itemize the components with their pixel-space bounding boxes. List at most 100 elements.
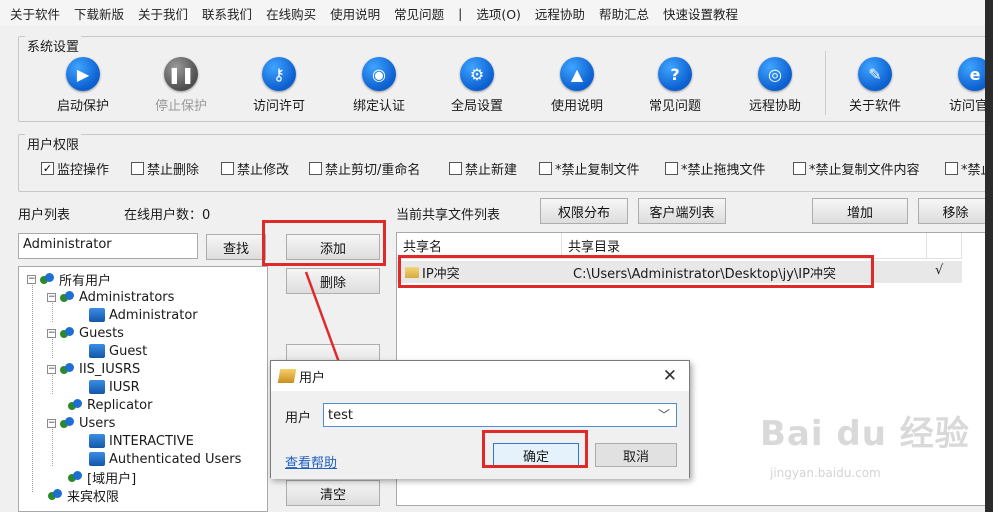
- checkbox-unchecked[interactable]: [539, 162, 552, 175]
- permission-checkbox[interactable]: ✓ 监控操作: [41, 159, 109, 178]
- system-button[interactable]: ? 常见问题: [625, 55, 725, 119]
- system-button[interactable]: e访问官网: [925, 55, 993, 119]
- system-button[interactable]: ▶ 启动保护: [33, 55, 133, 119]
- menu-item[interactable]: 联系我们: [202, 4, 252, 23]
- close-icon[interactable]: ✕: [663, 366, 677, 386]
- tree-node-label: INTERACTIVE: [109, 433, 194, 449]
- user-group-icon: [47, 488, 63, 502]
- permission-checkbox[interactable]: 禁止删除: [131, 159, 199, 178]
- tree-group-node[interactable]: − 所有用户: [27, 270, 111, 289]
- search-button[interactable]: 查找: [206, 234, 266, 260]
- globe-icon: ◎: [758, 57, 792, 91]
- collapse-toggle-icon[interactable]: −: [47, 418, 56, 428]
- menu-item[interactable]: 选项(O): [476, 4, 521, 23]
- menu-item[interactable]: 常见问题: [394, 4, 444, 23]
- column-extra[interactable]: [927, 233, 962, 259]
- tree-group-node[interactable]: − Users: [47, 414, 115, 432]
- cancel-button[interactable]: 取消: [595, 443, 677, 467]
- checkbox-unchecked[interactable]: [665, 162, 678, 175]
- user-tree[interactable]: − 所有用户 − Administrators Administrator − Guests…: [18, 266, 268, 512]
- window-edge: [985, 0, 993, 512]
- permission-checkbox[interactable]: 禁止修改: [221, 159, 289, 178]
- tree-group-node[interactable]: [域用户]: [67, 468, 137, 487]
- checkbox-unchecked[interactable]: [793, 162, 806, 175]
- tree-user-node[interactable]: Guest: [89, 342, 147, 360]
- permission-checkbox[interactable]: *禁止拖拽文件: [665, 159, 766, 178]
- shared-files-title: 当前共享文件列表: [396, 208, 501, 223]
- system-button[interactable]: ◉ 绑定认证: [329, 55, 429, 119]
- user-search-input[interactable]: Administrator: [18, 233, 198, 259]
- permission-checkbox[interactable]: 禁止新建: [449, 159, 517, 178]
- permission-checkbox[interactable]: 禁止剪切/重命名: [309, 159, 420, 178]
- tree-line: [32, 280, 33, 492]
- tree-group-node[interactable]: − Administrators: [47, 288, 174, 306]
- dialog-user-label: 用户: [285, 411, 312, 426]
- tree-group-node[interactable]: Replicator: [67, 396, 152, 414]
- tree-user-node[interactable]: IUSR: [89, 378, 140, 396]
- toolbar-separator: [825, 51, 826, 115]
- clear-button[interactable]: 清空: [286, 480, 380, 506]
- collapse-toggle-icon[interactable]: −: [47, 328, 56, 338]
- user-combo-input[interactable]: test ﹀: [323, 403, 677, 427]
- menu-item[interactable]: 下载新版: [74, 4, 124, 23]
- system-button[interactable]: ❚❚ 停止保护: [131, 55, 231, 119]
- question-icon: ?: [658, 57, 692, 91]
- chevron-down-icon[interactable]: ﹀: [658, 406, 670, 423]
- checkbox-unchecked[interactable]: [449, 162, 462, 175]
- system-button[interactable]: ⚙ 全局设置: [427, 55, 527, 119]
- collapse-toggle-icon[interactable]: −: [27, 274, 36, 284]
- permission-label: *禁止拖拽文件: [681, 163, 766, 178]
- menu-item[interactable]: 快速设置教程: [663, 4, 738, 23]
- tree-node-label: [域用户]: [87, 471, 137, 487]
- permission-checkbox[interactable]: *禁止复制文件: [539, 159, 640, 178]
- system-button[interactable]: ◎ 远程协助: [725, 55, 825, 119]
- add-share-button[interactable]: 增加: [812, 198, 908, 224]
- online-users-count: 在线用户数：0: [124, 208, 211, 223]
- system-button-label: 常见问题: [648, 99, 701, 114]
- tree-group-node[interactable]: − IIS_IUSRS: [47, 360, 140, 378]
- help-link[interactable]: 查看帮助: [285, 452, 337, 471]
- menu-item[interactable]: 使用说明: [330, 4, 380, 23]
- permission-label: *禁止复制文件: [555, 163, 640, 178]
- tree-user-node[interactable]: INTERACTIVE: [89, 432, 194, 450]
- checkbox-unchecked[interactable]: [945, 162, 958, 175]
- tree-node-label: IIS_IUSRS: [79, 361, 141, 377]
- menu-item[interactable]: 关于软件: [10, 4, 60, 23]
- tree-node-label: Users: [79, 415, 116, 431]
- tree-group-node[interactable]: 来宾权限: [47, 486, 120, 505]
- permission-label: *禁止复制文件内容: [809, 163, 920, 178]
- checkbox-unchecked[interactable]: [221, 162, 234, 175]
- tree-group-node[interactable]: − Guests: [47, 324, 124, 342]
- client-list-button[interactable]: 客户端列表: [638, 198, 726, 224]
- system-button-label: 使用说明: [550, 99, 603, 114]
- permission-checkbox[interactable]: *禁止复制文件内容: [793, 159, 920, 178]
- system-button-label: 关于软件: [848, 99, 901, 114]
- pause-icon: ❚❚: [164, 57, 198, 91]
- permission-label: 禁止修改: [237, 163, 290, 178]
- menu-item[interactable]: 远程协助: [535, 4, 585, 23]
- permission-distribution-button[interactable]: 权限分布: [540, 198, 628, 224]
- user-group-icon: [67, 398, 83, 412]
- checkbox-checked[interactable]: ✓: [41, 162, 54, 175]
- remove-share-button[interactable]: 移除: [918, 198, 993, 224]
- user-icon: [89, 308, 105, 322]
- tree-user-node[interactable]: Authenticated Users: [89, 450, 241, 468]
- tree-node-label: Replicator: [87, 397, 153, 413]
- system-button[interactable]: ✎ 关于软件: [825, 55, 925, 119]
- tree-node-label: 来宾权限: [67, 489, 120, 505]
- checkbox-unchecked[interactable]: [131, 162, 144, 175]
- system-button-label: 全局设置: [450, 99, 503, 114]
- tree-node-label: Guests: [79, 325, 124, 341]
- system-button[interactable]: ▲ 使用说明: [527, 55, 627, 119]
- menu-item[interactable]: 关于我们: [138, 4, 188, 23]
- system-button[interactable]: ⚷ 访问许可: [229, 55, 329, 119]
- menu-item[interactable]: 帮助汇总: [599, 4, 649, 23]
- user-group-icon: [59, 416, 75, 430]
- system-button-label: 停止保护: [154, 99, 207, 114]
- menu-item[interactable]: 在线购买: [266, 4, 316, 23]
- user-combo-value: test: [328, 407, 353, 423]
- collapse-toggle-icon[interactable]: −: [47, 292, 56, 302]
- tree-user-node[interactable]: Administrator: [89, 306, 198, 324]
- collapse-toggle-icon[interactable]: −: [47, 364, 56, 374]
- checkbox-unchecked[interactable]: [309, 162, 322, 175]
